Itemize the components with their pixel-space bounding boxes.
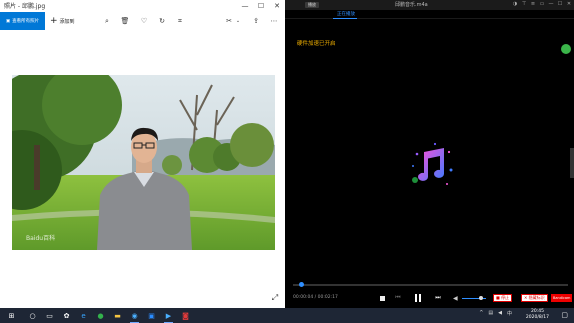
start-icon[interactable]: ⊞: [6, 310, 17, 321]
stop-recording-button[interactable]: ■ 停止: [493, 294, 513, 302]
add-to-label: 添加到: [59, 18, 75, 25]
delete-icon[interactable]: 🗑: [120, 16, 130, 26]
speaker-icon[interactable]: ◀: [498, 310, 502, 317]
maximize-icon[interactable]: ☐: [253, 0, 269, 12]
floating-assistant-icon[interactable]: [561, 44, 571, 54]
network-icon[interactable]: ▤: [488, 310, 493, 317]
bandicam-app-icon[interactable]: ◙: [180, 310, 191, 321]
music-note-svg: [412, 142, 453, 185]
chevron-down-icon[interactable]: ⌄: [233, 16, 243, 26]
stop-recording-label: 停止: [501, 295, 510, 300]
stop-button[interactable]: [377, 292, 387, 304]
photos-app-icon[interactable]: ▣: [146, 310, 157, 321]
plus-icon: +: [50, 15, 58, 26]
show-hidden-icons-icon[interactable]: ^: [479, 310, 483, 317]
input-method-icon[interactable]: 中: [507, 310, 512, 317]
seek-handle[interactable]: [299, 282, 305, 287]
total-time: 00:02:17: [317, 295, 338, 300]
photos-app-window: 照片 - 邱鹏.jpg — ☐ ✕ ▣ 查看所有照片 + 添加到 ⌕ 🗑 ♡ ↻…: [0, 0, 285, 308]
volume-handle[interactable]: [479, 296, 484, 300]
edge-icon[interactable]: e: [78, 310, 89, 321]
search-icon[interactable]: ○: [27, 310, 38, 321]
photos-window-title: 照片 - 邱鹏.jpg: [4, 3, 46, 10]
photos-title-bar: 照片 - 邱鹏.jpg — ☐ ✕: [0, 0, 285, 12]
close-icon[interactable]: ✕: [566, 1, 572, 8]
see-all-photos-label: 查看所有照片: [12, 19, 40, 24]
more-icon[interactable]: ⋯: [269, 16, 279, 26]
close-icon[interactable]: ✕: [269, 0, 285, 12]
bandicam-badge: Bandicam: [551, 294, 573, 302]
previous-button[interactable]: ⏮: [393, 292, 403, 304]
stop-icon: [379, 295, 385, 301]
player-window-controls: ◑ ⊤ ≡ ▭ — ☐ ✕: [512, 1, 572, 8]
rotate-icon[interactable]: ↻: [157, 16, 167, 26]
minimize-icon[interactable]: —: [237, 0, 253, 12]
time-display: 00:00:04 / 00:02:17: [293, 295, 338, 300]
minimize-icon[interactable]: —: [548, 1, 554, 8]
crop-icon[interactable]: ⌗: [175, 16, 185, 26]
player-title-bar: 播放 邱鹏音乐.m4a ◑ ⊤ ≡ ▭ — ☐ ✕: [285, 0, 574, 10]
mini-mode-icon[interactable]: ▭: [539, 1, 545, 8]
menu-icon[interactable]: ≡: [530, 1, 536, 8]
share-icon[interactable]: ⇪: [251, 16, 261, 26]
favorite-icon[interactable]: ♡: [139, 16, 149, 26]
previous-icon: ⏮: [395, 294, 401, 301]
player-file-title: 邱鹏音乐.m4a: [395, 2, 428, 8]
volume-icon[interactable]: ◀: [453, 295, 458, 302]
photos-toolbar: ▣ 查看所有照片 + 添加到 ⌕ 🗑 ♡ ↻ ⌗ ✂ ⌄ ⇪ ⋯: [0, 12, 285, 30]
pause-icon: [415, 294, 417, 302]
file-explorer-icon[interactable]: ▬: [112, 310, 123, 321]
system-clock[interactable]: 20:45 2020/8/17: [526, 309, 549, 321]
browser-icon[interactable]: ◉: [129, 310, 140, 323]
player-menu-button[interactable]: 播放: [305, 2, 319, 8]
tab-underline: [333, 18, 357, 19]
system-tray: ^ ▤ ◀ 中: [479, 310, 512, 317]
hide-watermark-label: 隐藏标识: [528, 295, 545, 300]
zoom-icon[interactable]: ⌕: [102, 16, 112, 26]
task-view-icon[interactable]: ▭: [44, 310, 55, 321]
pause-button[interactable]: [412, 292, 424, 304]
maximize-icon[interactable]: ☐: [557, 1, 563, 8]
media-player-window: 播放 邱鹏音乐.m4a ◑ ⊤ ≡ ▭ — ☐ ✕ 正在播放 硬件加速已开启 0…: [285, 0, 574, 308]
music-note-icon: [407, 140, 457, 190]
clock-date: 2020/8/17: [525, 315, 549, 320]
player-app-icon[interactable]: ▶: [163, 310, 174, 323]
windows-taskbar: ⊞ ○ ▭ ✿ e ● ▬ ◉ ▣ ▶ ◙ ^ ▤ ◀ 中 20:45 2020…: [0, 308, 574, 323]
portrait-photo-svg: [12, 75, 275, 250]
next-button[interactable]: ⏭: [433, 292, 443, 304]
app-icon-1[interactable]: ✿: [61, 310, 72, 321]
photos-window-controls: — ☐ ✕: [237, 0, 285, 12]
portrait-photo: Baidu百科: [12, 75, 275, 250]
skin-icon[interactable]: ◑: [512, 1, 518, 8]
player-tab-bar: 正在播放: [285, 10, 574, 19]
tab-now-playing[interactable]: 正在播放: [337, 11, 355, 17]
pin-icon[interactable]: ⊤: [521, 1, 527, 8]
current-time: 00:00:04: [293, 295, 314, 300]
photo-icon: ▣: [5, 18, 11, 24]
photo-watermark: Baidu百科: [26, 235, 56, 242]
hardware-acceleration-notice: 硬件加速已开启: [297, 41, 336, 47]
next-icon: ⏭: [435, 294, 441, 301]
see-all-photos-button[interactable]: ▣ 查看所有照片: [0, 12, 45, 30]
app-icon-2[interactable]: ●: [95, 310, 106, 321]
seek-bar[interactable]: [293, 284, 568, 286]
side-panel-handle[interactable]: [570, 148, 574, 178]
expand-icon[interactable]: ⤢: [270, 293, 280, 303]
hide-watermark-button[interactable]: ✕ 隐藏标识: [521, 294, 548, 302]
notification-icon[interactable]: ▢: [561, 311, 568, 319]
add-to-button[interactable]: + 添加到: [50, 12, 75, 30]
